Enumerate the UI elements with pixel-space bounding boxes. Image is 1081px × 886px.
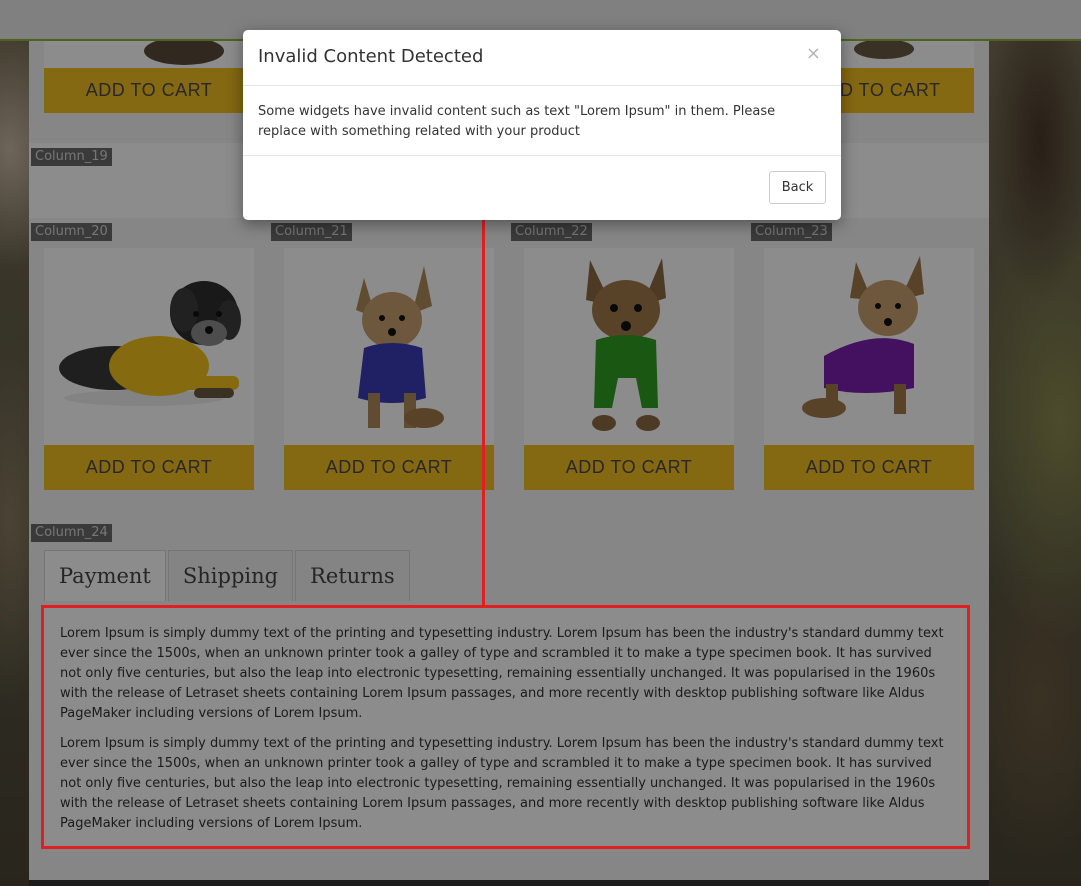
dialog-message: Some widgets have invalid content such a… [243,86,841,156]
dialog-footer: Back [243,156,841,220]
close-icon[interactable]: × [800,42,827,65]
dialog-title: Invalid Content Detected [258,46,484,67]
back-button[interactable]: Back [769,171,826,204]
dialog-header: Invalid Content Detected × [243,30,841,86]
invalid-content-dialog: Invalid Content Detected × Some widgets … [243,30,841,220]
editor-viewport: ADD TO CART D TO CART Column_19 Column_2… [0,0,1081,886]
invalid-widget-pointer-line [482,169,485,605]
